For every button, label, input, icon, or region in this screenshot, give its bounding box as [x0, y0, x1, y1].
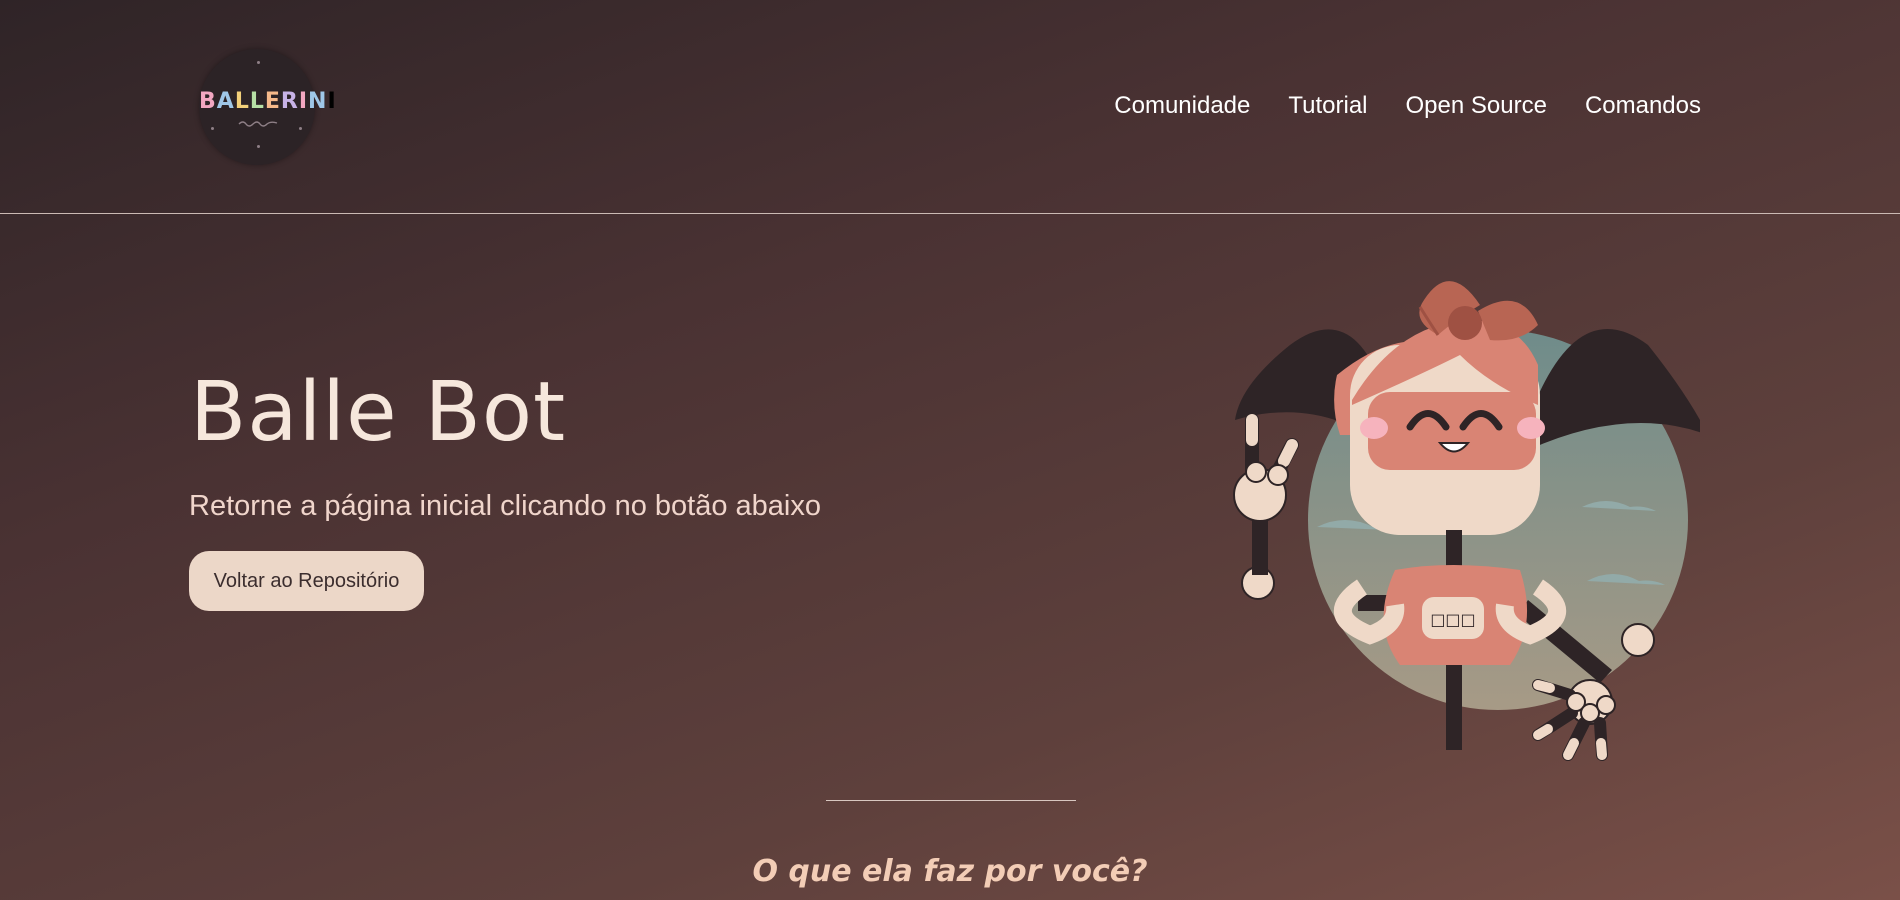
robot-chest-icons: □□□: [1430, 610, 1475, 629]
back-to-repo-button[interactable]: Voltar ao Repositório: [189, 551, 424, 611]
logo-star-icon: [257, 145, 260, 148]
section-title: O que ela faz por você?: [752, 854, 1148, 889]
logo-wordmark: BALLERINI: [199, 89, 337, 114]
logo-star-icon: [211, 127, 214, 130]
nav-comunidade[interactable]: Comunidade: [1114, 92, 1250, 120]
nav-comandos[interactable]: Comandos: [1585, 92, 1701, 120]
logo-star-icon: [257, 61, 260, 64]
section-divider: [826, 800, 1076, 801]
nav-open-source[interactable]: Open Source: [1406, 92, 1547, 120]
header-divider: [0, 213, 1900, 214]
hero-title: Balle Bot: [190, 365, 567, 460]
robot-illustration: □□□: [1233, 281, 1700, 761]
nav-tutorial[interactable]: Tutorial: [1288, 92, 1367, 120]
hero-subtitle: Retorne a página inicial clicando no bot…: [189, 490, 821, 522]
ballerini-logo[interactable]: BALLERINI: [199, 49, 337, 165]
site-header: BALLERINI Comunidade Tutorial Open Sourc…: [0, 0, 1900, 213]
main-nav: Comunidade Tutorial Open Source Comandos: [1114, 92, 1701, 120]
logo-star-icon: [299, 127, 302, 130]
logo-squiggle-icon: [238, 121, 278, 127]
